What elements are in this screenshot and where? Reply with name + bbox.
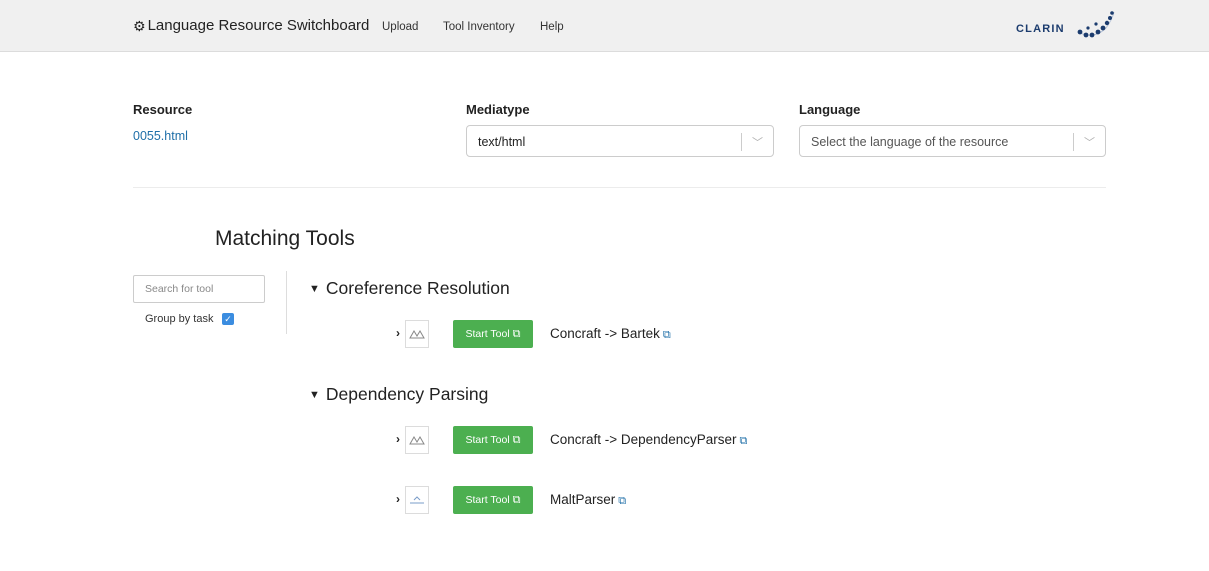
start-tool-label: Start Tool [465, 434, 510, 446]
clarin-logo[interactable]: CLARIN [1016, 10, 1120, 46]
chevron-right-icon[interactable]: › [396, 492, 400, 506]
task-header-coreference[interactable]: ▼ Coreference Resolution [309, 278, 510, 299]
brand-link[interactable]: ⚙ Language Resource Switchboard [133, 17, 369, 34]
select-separator [741, 133, 742, 151]
tool-logo-icon [405, 320, 429, 348]
external-link-icon: ⧉ [512, 327, 521, 340]
chevron-down-icon: ▼ [309, 389, 320, 401]
mediatype-label: Mediatype [466, 102, 530, 117]
task-name: Coreference Resolution [325, 278, 510, 298]
resource-label: Resource [133, 102, 193, 117]
language-label: Language [799, 102, 861, 117]
clarin-logo-text: CLARIN [1016, 23, 1065, 35]
matching-tools-title: Matching Tools [215, 227, 355, 250]
chevron-right-icon[interactable]: › [396, 432, 400, 446]
external-link-icon: ⧉ [512, 433, 521, 446]
tool-name-link[interactable]: Concraft -> DependencyParser ⧉ [550, 432, 747, 448]
resource-file-link[interactable]: 0055.html [133, 129, 188, 143]
clarin-logo-icon [1077, 11, 1115, 38]
chevron-right-icon[interactable]: › [396, 326, 400, 340]
tool-name-link[interactable]: Concraft -> Bartek ⧉ [550, 326, 671, 342]
brand-title: Language Resource Switchboard [147, 17, 370, 34]
start-tool-label: Start Tool [465, 328, 510, 340]
external-link-icon: ⧉ [662, 329, 671, 341]
start-tool-button[interactable]: Start Tool ⧉ [453, 320, 533, 348]
navbar: ⚙ Language Resource Switchboard Upload T… [0, 0, 1209, 52]
external-link-icon: ⧉ [739, 435, 748, 447]
language-placeholder: Select the language of the resource [811, 135, 1009, 149]
external-link-icon: ⧉ [512, 493, 521, 506]
task-header-dependency-parsing[interactable]: ▼ Dependency Parsing [309, 384, 488, 405]
start-tool-button[interactable]: Start Tool ⧉ [453, 426, 533, 454]
tool-name: Concraft -> Bartek [550, 326, 660, 341]
language-select[interactable]: Select the language of the resource ﹀ [799, 125, 1106, 157]
nav-upload[interactable]: Upload [382, 21, 418, 33]
filter-divider [286, 271, 287, 334]
tool-name: MaltParser [550, 492, 616, 507]
section-divider [133, 187, 1106, 188]
chevron-down-icon[interactable]: ﹀ [752, 134, 763, 150]
tool-logo-icon [405, 486, 429, 514]
tool-name-link[interactable]: MaltParser ⧉ [550, 492, 626, 508]
nav-tool-inventory[interactable]: Tool Inventory [443, 21, 515, 33]
mediatype-value: text/html [478, 135, 526, 149]
tool-logo-icon [405, 426, 429, 454]
gear-icon: ⚙ [133, 17, 146, 34]
tool-name: Concraft -> DependencyParser [550, 432, 737, 447]
external-link-icon: ⧉ [618, 495, 627, 507]
group-by-task-label: Group by task [145, 313, 214, 325]
search-tool-input[interactable]: Search for tool [133, 275, 265, 303]
start-tool-button[interactable]: Start Tool ⧉ [453, 486, 533, 514]
nav-help[interactable]: Help [540, 21, 564, 33]
select-separator [1073, 133, 1074, 151]
group-by-task-checkbox[interactable]: ✓ [222, 313, 234, 325]
task-name: Dependency Parsing [325, 384, 489, 404]
mediatype-select[interactable]: text/html ﹀ [466, 125, 774, 157]
start-tool-label: Start Tool [465, 494, 510, 506]
chevron-down-icon: ▼ [309, 283, 320, 295]
chevron-down-icon[interactable]: ﹀ [1084, 134, 1095, 150]
